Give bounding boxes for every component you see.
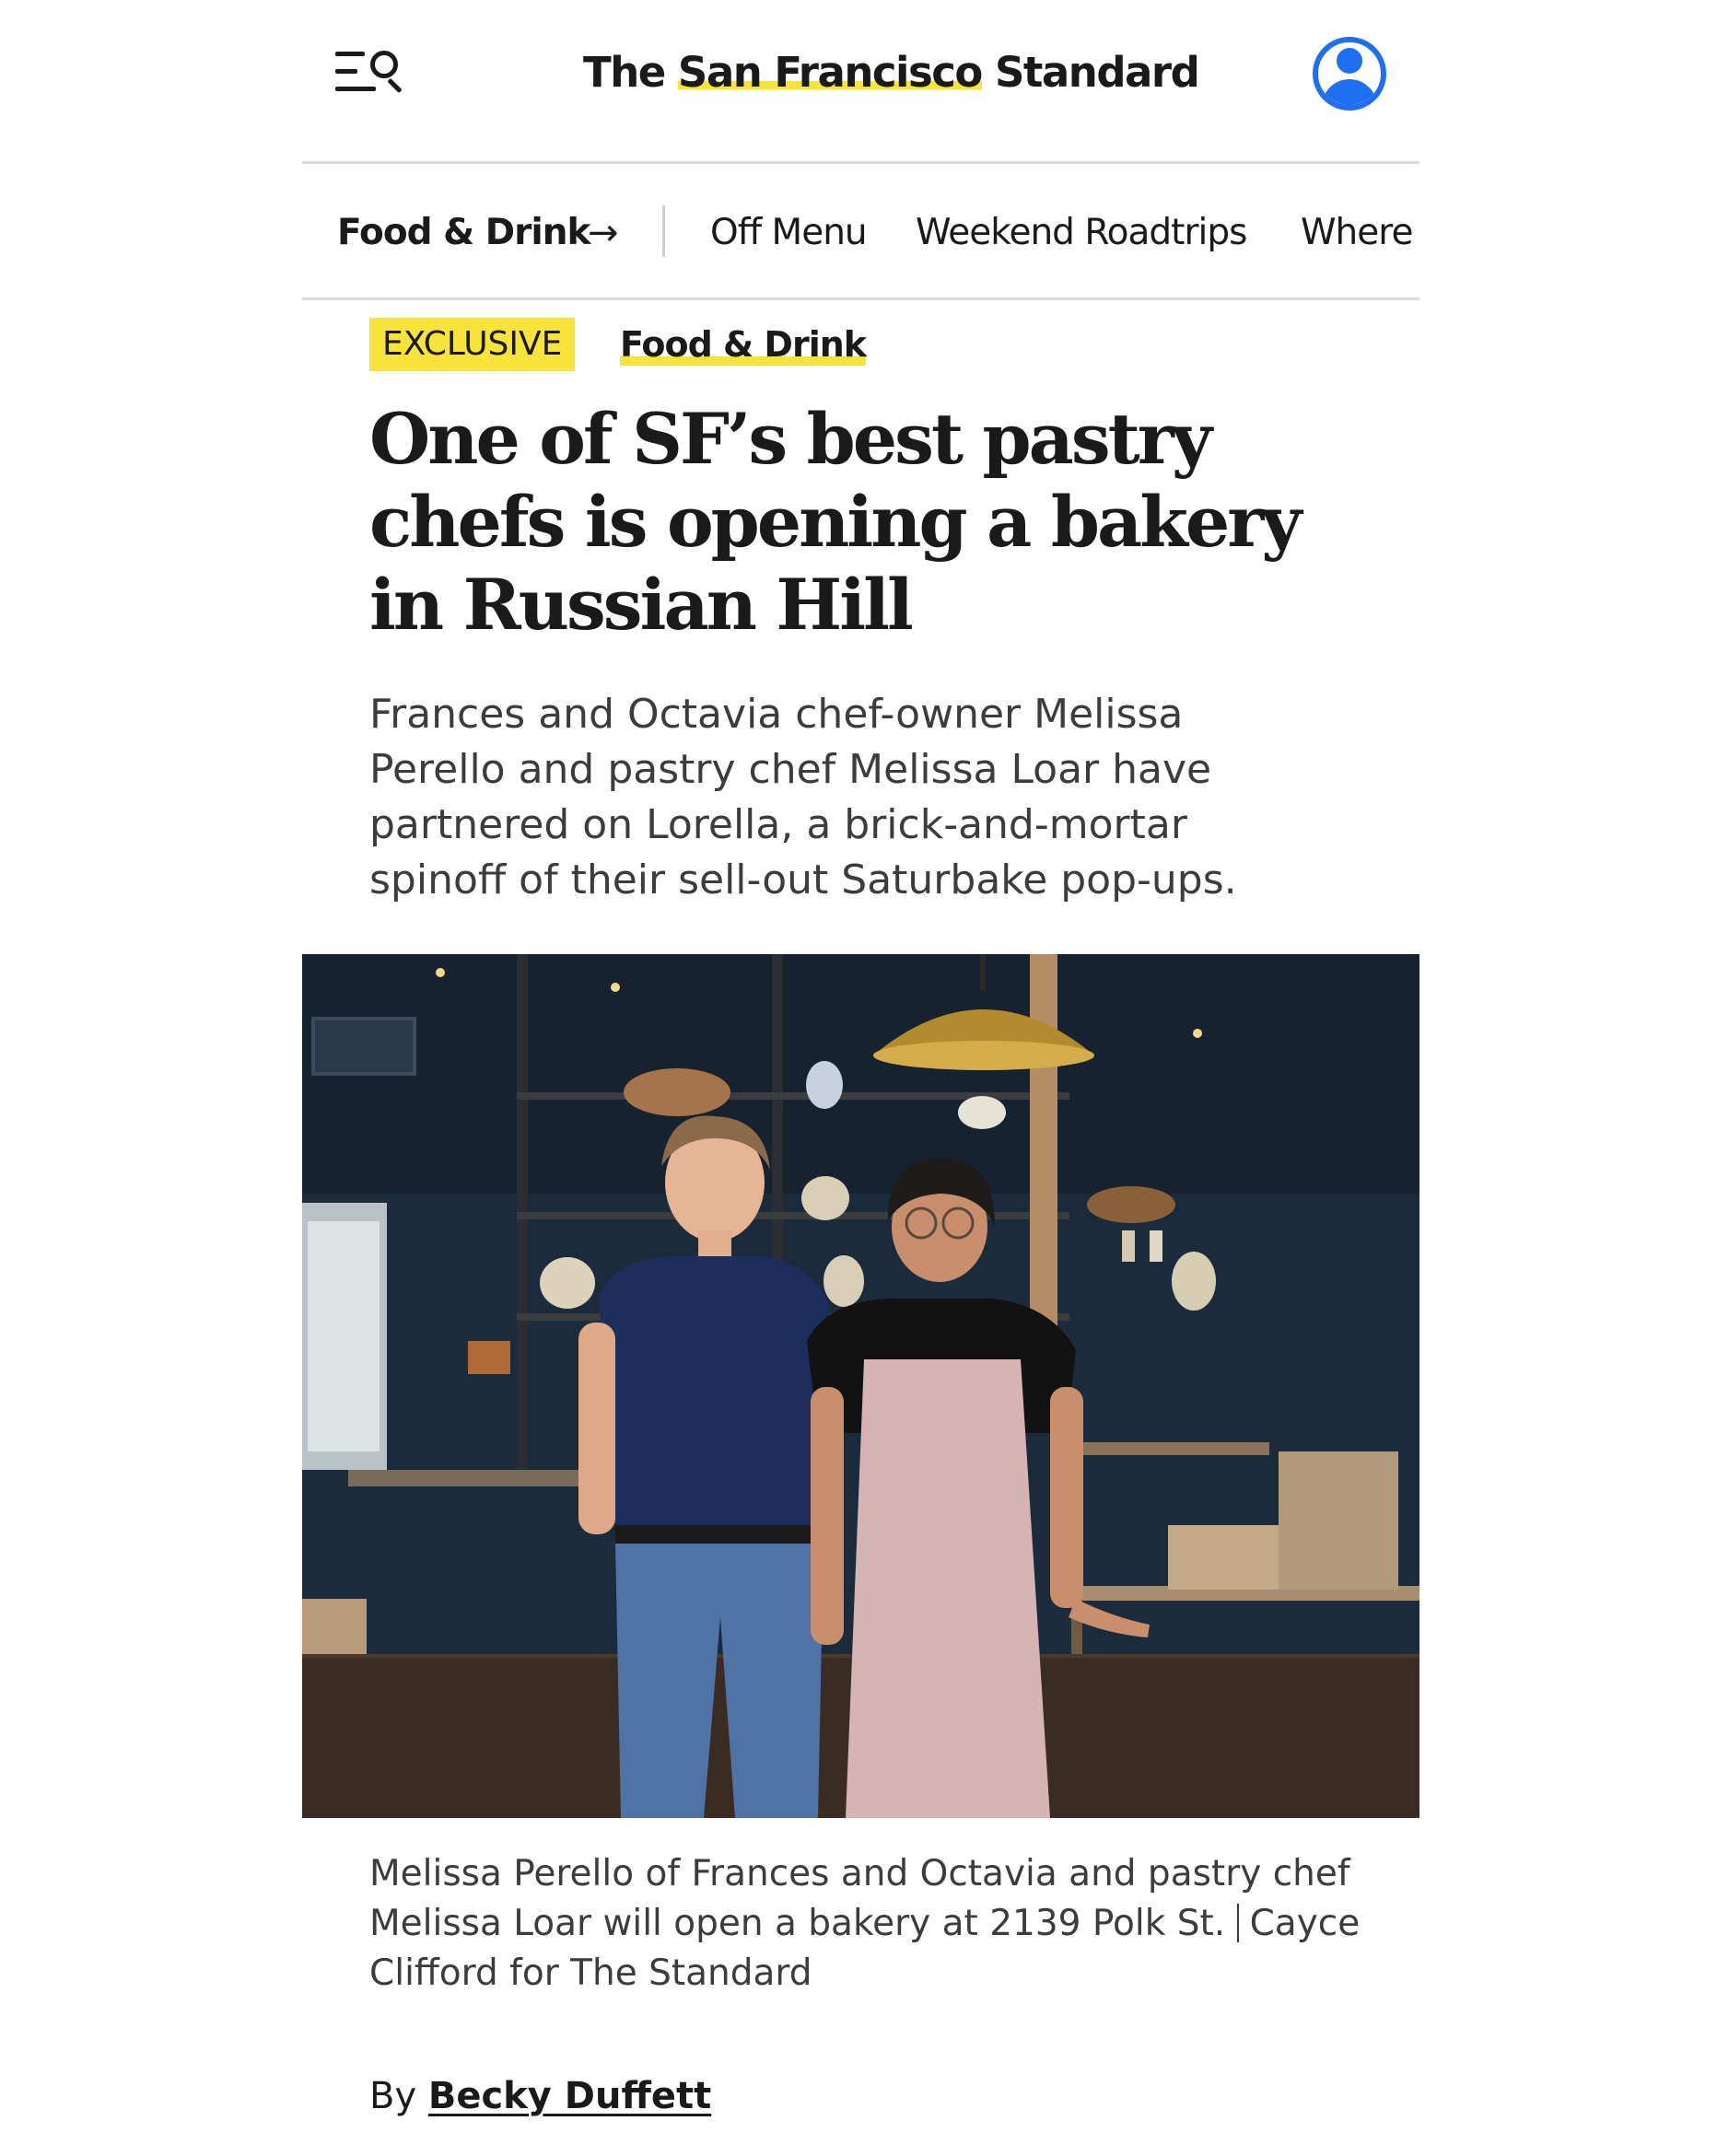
search-lens <box>370 51 398 78</box>
exclusive-badge[interactable]: EXCLUSIVE <box>369 318 576 371</box>
menu-bar-middle <box>335 69 357 74</box>
account-icon-torso <box>1322 79 1377 105</box>
account-icon[interactable] <box>1313 37 1386 111</box>
search-handle <box>387 77 403 94</box>
credit-divider <box>1236 1904 1239 1942</box>
menu-search-icon[interactable] <box>335 44 407 99</box>
logo-prefix: The <box>583 48 678 97</box>
nav-divider <box>662 205 665 257</box>
nav-item-weekend-roadtrips[interactable]: Weekend Roadtrips <box>916 205 1247 261</box>
menu-bar-bottom <box>335 87 376 91</box>
page-frame: The San Francisco Standard Food & Drink … <box>302 0 1419 2156</box>
byline: By Becky Duffett <box>369 2070 711 2122</box>
photo-caption: Melissa Perello of Frances and Octavia a… <box>369 1849 1364 1999</box>
account-icon-head <box>1337 48 1362 74</box>
section-nav: Food & Drink → Off Menu Weekend Roadtrip… <box>302 167 1419 300</box>
nav-item-off-menu[interactable]: Off Menu <box>710 205 868 261</box>
menu-bar-top <box>335 52 365 56</box>
lead-photo-illustration <box>302 954 1419 1818</box>
lead-photo[interactable] <box>302 954 1419 1818</box>
logo-suffix: Standard <box>981 48 1200 97</box>
category-link[interactable]: Food & Drink <box>620 318 867 371</box>
caption-text: Melissa Perello of Frances and Octavia a… <box>369 1853 1350 1944</box>
site-header: The San Francisco Standard <box>302 0 1419 164</box>
byline-prefix: By <box>369 2075 428 2117</box>
site-logo[interactable]: The San Francisco Standard <box>583 41 1200 105</box>
author-link[interactable]: Becky Duffett <box>428 2075 711 2117</box>
nav-item-where[interactable]: Where <box>1301 205 1413 261</box>
logo-highlight: San Francisco <box>677 48 983 97</box>
article-dek: Frances and Octavia chef-owner Melissa P… <box>369 691 1237 903</box>
nav-current-section[interactable]: Food & Drink <box>337 205 590 261</box>
article-headline: One of SF’s best pastry chefs is opening… <box>369 398 1302 646</box>
arrow-right-icon[interactable]: → <box>588 205 619 261</box>
